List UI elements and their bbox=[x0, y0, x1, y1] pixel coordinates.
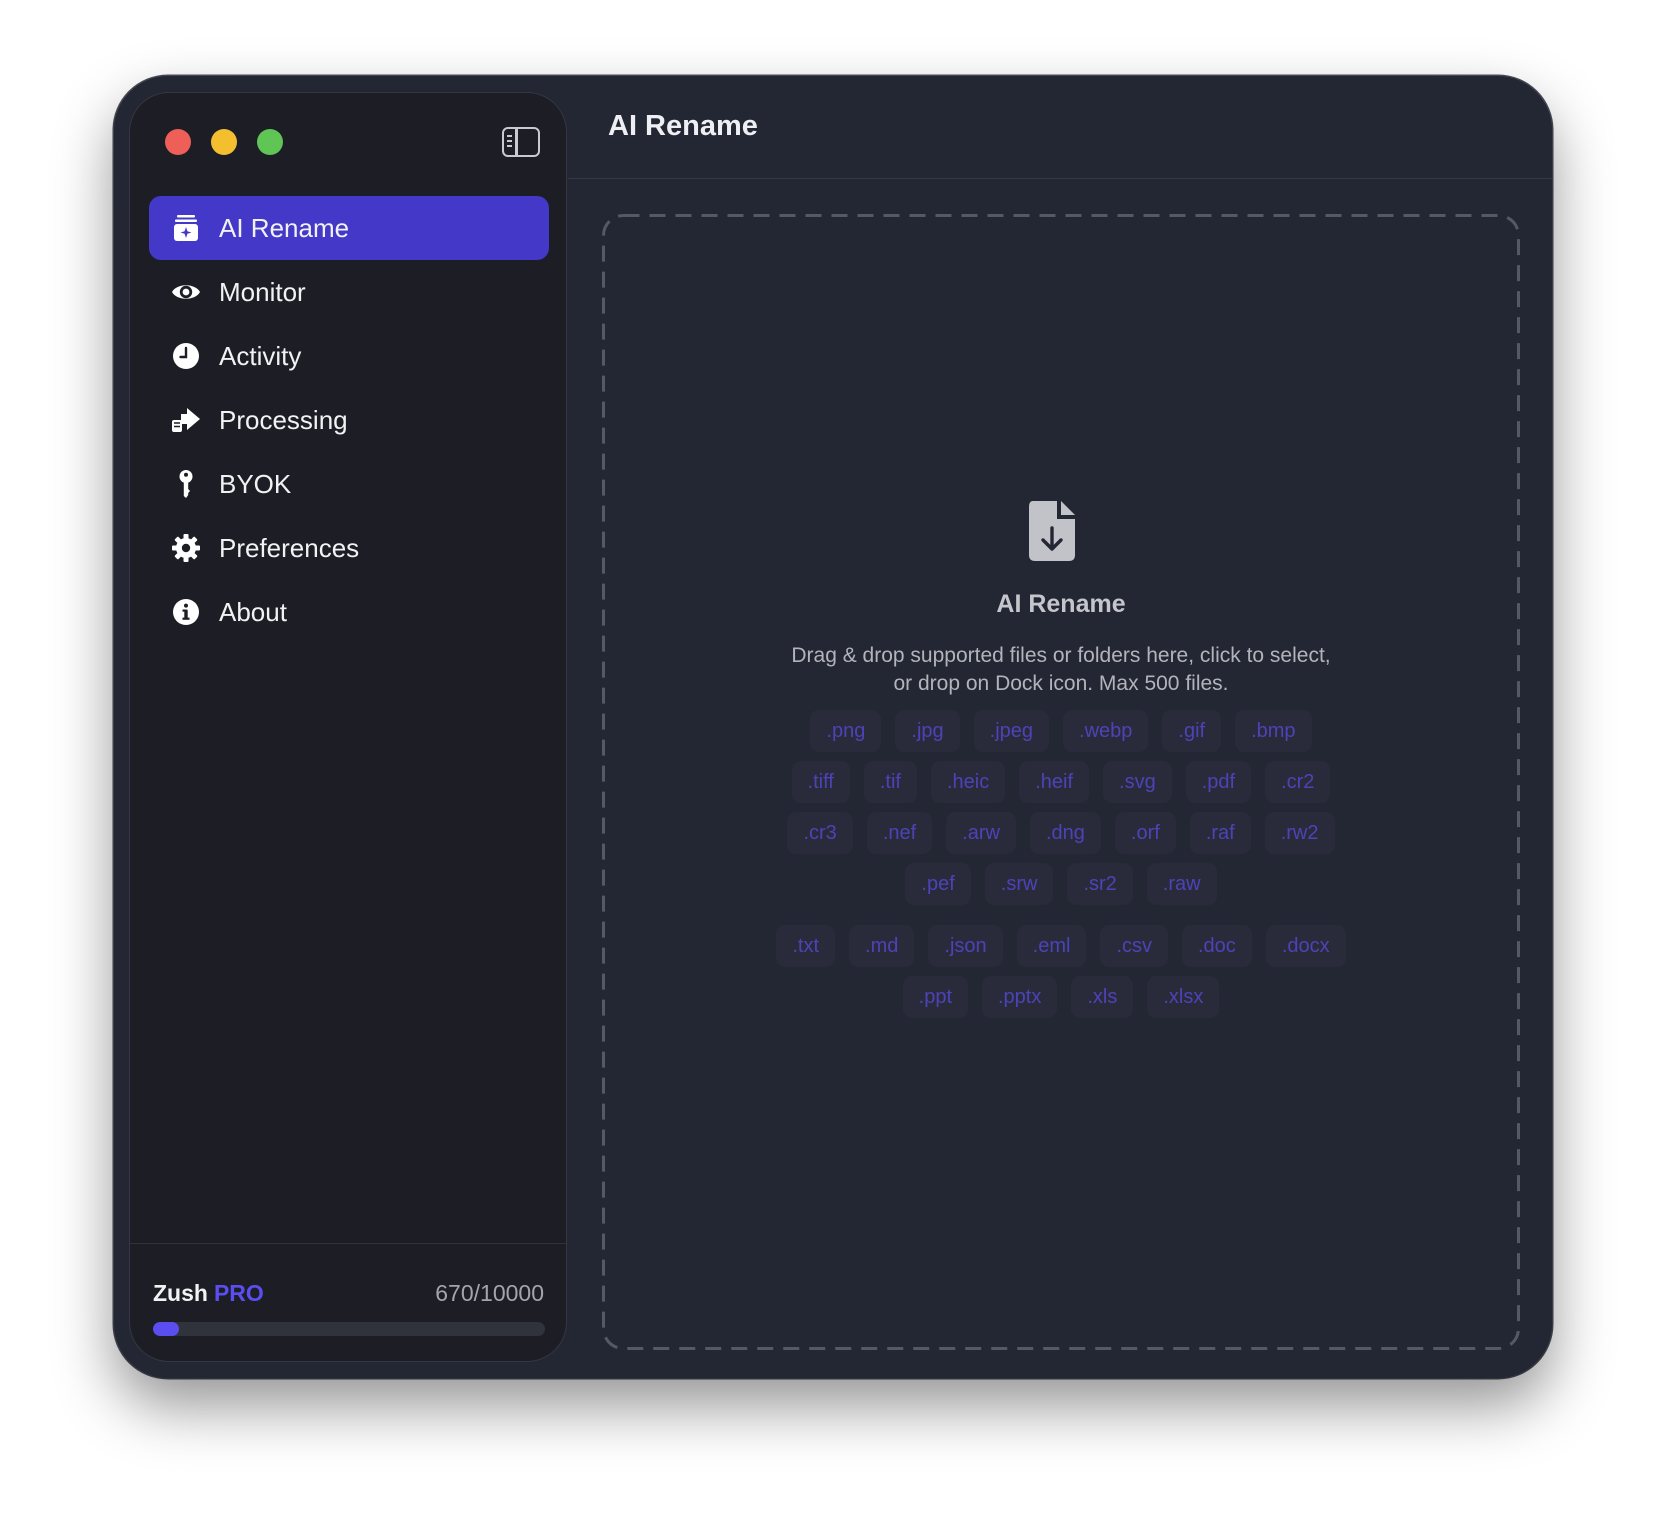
plan-label: Zush PRO bbox=[153, 1280, 264, 1307]
app-window: AI Rename Monitor Activity Processing BY… bbox=[114, 76, 1552, 1378]
file-drop-zone[interactable]: AI Rename Drag & drop supported files or… bbox=[602, 214, 1520, 1350]
gear-icon bbox=[169, 531, 203, 565]
format-chip: .orf bbox=[1114, 812, 1176, 854]
drop-zone-title: AI Rename bbox=[996, 590, 1126, 618]
minimize-window-button[interactable] bbox=[211, 129, 237, 155]
sidebar-item-label: BYOK bbox=[219, 468, 292, 499]
usage-count: 670/10000 bbox=[435, 1280, 544, 1306]
sidebar-item-preferences[interactable]: Preferences bbox=[149, 516, 549, 580]
format-chip: .pef bbox=[905, 863, 971, 905]
usage-progress-fill bbox=[153, 1322, 180, 1336]
format-chip: .arw bbox=[946, 812, 1016, 854]
format-chip: .tif bbox=[863, 761, 917, 803]
eye-icon bbox=[169, 275, 203, 309]
processing-icon bbox=[169, 403, 203, 437]
sidebar-toggle-icon[interactable] bbox=[502, 127, 540, 157]
format-chip: .sr2 bbox=[1067, 863, 1133, 905]
document-format-row: .ppt .pptx .xls .xlsx bbox=[602, 976, 1520, 1018]
usage-progress-bar bbox=[153, 1322, 545, 1336]
format-chip: .cr2 bbox=[1265, 761, 1331, 803]
clock-icon bbox=[169, 339, 203, 373]
sidebar: AI Rename Monitor Activity Processing BY… bbox=[129, 92, 567, 1362]
sidebar-item-activity[interactable]: Activity bbox=[149, 324, 549, 388]
format-chip: .txt bbox=[776, 925, 836, 967]
format-chip: .doc bbox=[1182, 925, 1252, 967]
plan-tier-badge: PRO bbox=[213, 1280, 264, 1306]
close-window-button[interactable] bbox=[165, 129, 191, 155]
sidebar-item-byok[interactable]: BYOK bbox=[149, 452, 549, 516]
sidebar-item-label: Activity bbox=[219, 340, 302, 371]
format-chip: .png bbox=[810, 710, 882, 752]
sidebar-item-label: Processing bbox=[219, 404, 348, 435]
format-chip: .md bbox=[849, 925, 915, 967]
app-name: Zush bbox=[153, 1280, 208, 1306]
sidebar-item-label: About bbox=[219, 596, 287, 627]
sidebar-footer-divider bbox=[130, 1243, 566, 1244]
format-chip: .csv bbox=[1100, 925, 1168, 967]
file-download-icon bbox=[1029, 501, 1075, 561]
ai-rename-icon bbox=[169, 211, 203, 245]
sidebar-item-label: Preferences bbox=[219, 532, 360, 563]
format-chip: .dng bbox=[1029, 812, 1101, 854]
format-chip: .jpg bbox=[895, 710, 960, 752]
sidebar-nav: AI Rename Monitor Activity Processing BY… bbox=[149, 196, 549, 644]
format-chip: .json bbox=[928, 925, 1003, 967]
sidebar-item-monitor[interactable]: Monitor bbox=[149, 260, 549, 324]
zoom-window-button[interactable] bbox=[257, 129, 283, 155]
format-chip: .raw bbox=[1146, 863, 1217, 905]
format-chip: .webp bbox=[1063, 710, 1149, 752]
format-chip: .nef bbox=[866, 812, 933, 854]
format-chip: .eml bbox=[1016, 925, 1087, 967]
sidebar-item-label: AI Rename bbox=[219, 212, 350, 243]
image-format-row: .cr3 .nef .arw .dng .orf .raf .rw2 bbox=[602, 812, 1520, 854]
format-chip: .heic bbox=[930, 761, 1006, 803]
format-chip: .pptx bbox=[982, 976, 1058, 1018]
format-chip: .gif bbox=[1162, 710, 1222, 752]
format-chip: .svg bbox=[1103, 761, 1172, 803]
format-chip: .bmp bbox=[1235, 710, 1312, 752]
format-chip: .docx bbox=[1265, 925, 1346, 967]
format-chip: .xls bbox=[1071, 976, 1134, 1018]
document-format-row: .txt .md .json .eml .csv .doc .docx bbox=[602, 925, 1520, 967]
sidebar-item-about[interactable]: About bbox=[149, 580, 549, 644]
format-chip: .xlsx bbox=[1147, 976, 1220, 1018]
key-icon bbox=[169, 467, 203, 501]
sidebar-item-ai-rename[interactable]: AI Rename bbox=[149, 196, 549, 260]
page-title: AI Rename bbox=[608, 110, 758, 142]
image-format-row: .pef .srw .sr2 .raw bbox=[602, 863, 1520, 905]
format-chip: .srw bbox=[984, 863, 1054, 905]
format-chip: .rw2 bbox=[1264, 812, 1335, 854]
header-divider bbox=[568, 178, 1552, 179]
info-icon bbox=[169, 595, 203, 629]
sidebar-item-label: Monitor bbox=[219, 276, 306, 307]
sidebar-item-processing[interactable]: Processing bbox=[149, 388, 549, 452]
format-chip: .pdf bbox=[1185, 761, 1252, 803]
format-chip: .raf bbox=[1189, 812, 1251, 854]
format-chip: .heif bbox=[1019, 761, 1090, 803]
format-chip: .tiff bbox=[791, 761, 850, 803]
format-chip: .cr3 bbox=[787, 812, 853, 854]
image-format-row: .tiff .tif .heic .heif .svg .pdf .cr2 bbox=[602, 761, 1520, 803]
image-format-row: .png .jpg .jpeg .webp .gif .bmp bbox=[602, 710, 1520, 752]
drop-zone-description-line: Drag & drop supported files or folders h… bbox=[791, 644, 1331, 667]
format-chip: .jpeg bbox=[973, 710, 1050, 752]
drop-zone-description-line: or drop on Dock icon. Max 500 files. bbox=[893, 672, 1229, 695]
drop-zone-description: Drag & drop supported files or folders h… bbox=[602, 642, 1520, 698]
format-chip: .ppt bbox=[902, 976, 968, 1018]
